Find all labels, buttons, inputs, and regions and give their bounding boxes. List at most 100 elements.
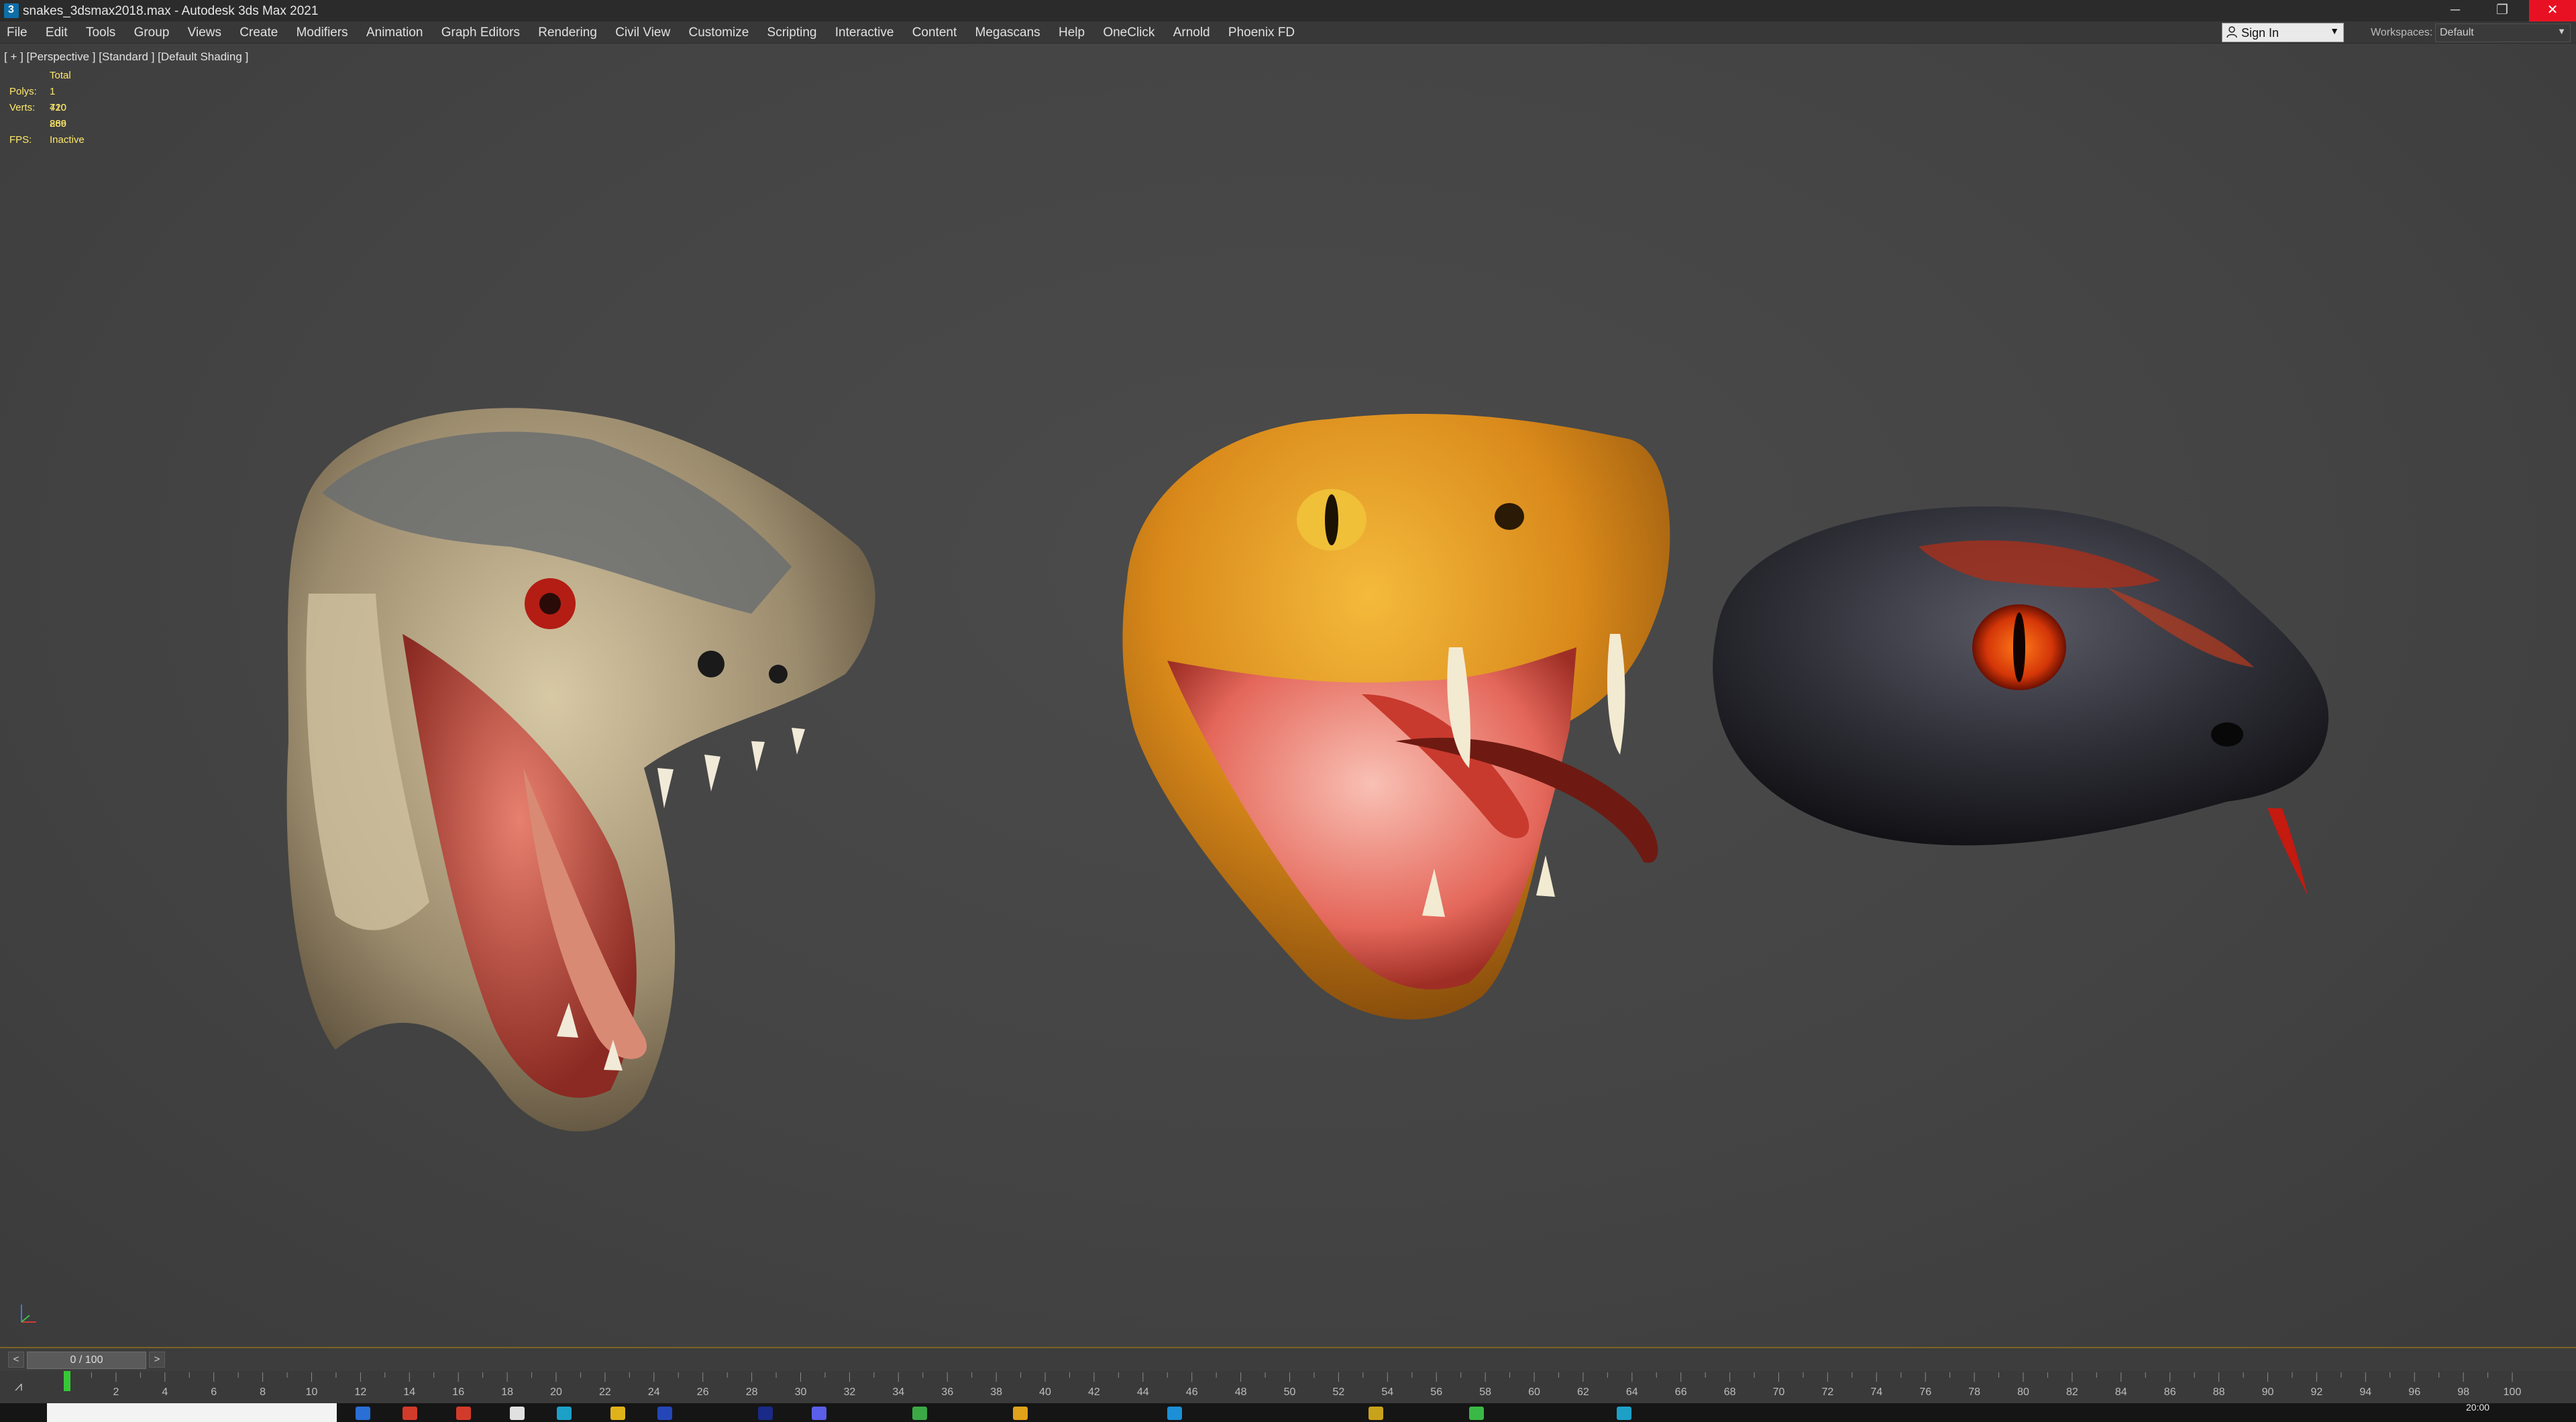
menu-tools[interactable]: Tools [86, 25, 115, 40]
taskbar-app-icon[interactable] [1167, 1407, 1182, 1420]
snake-head-model-3[interactable] [1704, 493, 2348, 909]
menu-oneclick[interactable]: OneClick [1103, 25, 1155, 40]
menu-arnold[interactable]: Arnold [1173, 25, 1210, 40]
taskbar-app-icon[interactable] [456, 1407, 471, 1420]
windows-taskbar: 20:00 [0, 1402, 2576, 1422]
ruler-tick-label: 28 [746, 1386, 758, 1398]
menu-items: File Edit Tools Group Views Create Modif… [7, 25, 1309, 40]
taskbar-app-icon[interactable] [912, 1407, 927, 1420]
ruler-tick-label: 90 [2262, 1386, 2274, 1398]
ruler-tick-label: 26 [697, 1386, 709, 1398]
ruler-tick-label: 68 [1724, 1386, 1736, 1398]
taskbar-app-icon[interactable] [557, 1407, 572, 1420]
menu-modifiers[interactable]: Modifiers [297, 25, 348, 40]
taskbar-app-icon[interactable] [657, 1407, 672, 1420]
menu-customize[interactable]: Customize [689, 25, 749, 40]
verts-label: Verts: [9, 102, 36, 113]
polys-label: Polys: [9, 86, 37, 97]
taskbar-app-icon[interactable] [758, 1407, 773, 1420]
menu-edit[interactable]: Edit [46, 25, 68, 40]
snake-head-model-1[interactable] [268, 392, 899, 1164]
time-slider[interactable]: < 0 / 100 > [0, 1347, 2576, 1371]
ruler-tick-label: 56 [1430, 1386, 1442, 1398]
3dsmax-app-icon[interactable] [4, 3, 19, 18]
ruler-tick-label: 36 [941, 1386, 953, 1398]
ruler-tick-label: 12 [355, 1386, 367, 1398]
menu-animation[interactable]: Animation [366, 25, 423, 40]
ruler-tick-label: 22 [599, 1386, 611, 1398]
ruler-tick-label: 86 [2164, 1386, 2176, 1398]
snake-head-model-2[interactable] [1107, 379, 1711, 1036]
menu-interactive[interactable]: Interactive [835, 25, 894, 40]
menu-graph-editors[interactable]: Graph Editors [441, 25, 520, 40]
ruler-tick-label: 16 [452, 1386, 464, 1398]
minimize-button[interactable]: ─ [2435, 0, 2475, 21]
taskbar-app-icon[interactable] [402, 1407, 417, 1420]
ruler-tick-label: 8 [260, 1386, 266, 1398]
track-bar[interactable]: 2 4 6 8 10 12 14 16 18 20 22 24 26 28 30 32 34 36 38 40 42 44… [0, 1371, 2576, 1403]
ruler-tick-label: 96 [2408, 1386, 2420, 1398]
taskbar-app-icon[interactable] [1368, 1407, 1383, 1420]
ruler-tick-label: 60 [1528, 1386, 1540, 1398]
close-button[interactable]: ✕ [2529, 0, 2576, 21]
frame-ruler[interactable]: 2 4 6 8 10 12 14 16 18 20 22 24 26 28 30 32 34 36 38 40 42 44… [0, 1371, 2576, 1403]
menu-help[interactable]: Help [1059, 25, 1085, 40]
ruler-tick-label: 48 [1235, 1386, 1247, 1398]
taskbar-app-icon[interactable] [812, 1407, 826, 1420]
menu-phoenix-fd[interactable]: Phoenix FD [1228, 25, 1295, 40]
ruler-tick-label: 84 [2115, 1386, 2127, 1398]
taskbar-app-icon[interactable] [610, 1407, 625, 1420]
ruler-tick-label: 34 [892, 1386, 904, 1398]
menu-group[interactable]: Group [134, 25, 170, 40]
taskbar-app-icon[interactable] [356, 1407, 370, 1420]
menu-views[interactable]: Views [188, 25, 221, 40]
ruler-tick-label: 92 [2311, 1386, 2323, 1398]
ruler-tick-label: 14 [403, 1386, 415, 1398]
ruler-tick-label: 78 [1968, 1386, 1980, 1398]
ruler-tick-label: 52 [1333, 1386, 1345, 1398]
menu-rendering[interactable]: Rendering [538, 25, 597, 40]
menu-file[interactable]: File [7, 25, 28, 40]
ruler-tick-label: 10 [306, 1386, 318, 1398]
ruler-tick-label: 30 [795, 1386, 807, 1398]
ruler-tick-label: 74 [1870, 1386, 1882, 1398]
menu-civil-view[interactable]: Civil View [615, 25, 670, 40]
curve-editor-icon[interactable]: ⩘ [15, 1379, 22, 1394]
ruler-tick-label: 44 [1137, 1386, 1149, 1398]
perspective-viewport[interactable]: [ + ] [Perspective ] [Standard ] [Defaul… [0, 43, 2576, 1353]
next-frame-button[interactable]: > [149, 1352, 165, 1368]
taskbar-clock: 20:00 [2466, 1402, 2490, 1413]
menu-bar: File Edit Tools Group Views Create Modif… [0, 21, 2576, 43]
menu-content[interactable]: Content [912, 25, 957, 40]
ruler-tick-label: 94 [2359, 1386, 2371, 1398]
menu-megascans[interactable]: Megascans [975, 25, 1040, 40]
ruler-tick-label: 82 [2066, 1386, 2078, 1398]
taskbar-app-icon[interactable] [1469, 1407, 1484, 1420]
ruler-tick-label: 100 [2504, 1386, 2522, 1398]
ruler-tick-label: 2 [113, 1386, 119, 1398]
sign-in-dropdown[interactable]: Sign In ▼ [2222, 23, 2344, 42]
ruler-tick-label: 70 [1773, 1386, 1785, 1398]
menu-scripting[interactable]: Scripting [767, 25, 817, 40]
time-slider-thumb[interactable]: 0 / 100 [27, 1352, 146, 1369]
workspaces-dropdown[interactable]: Default ▼ [2435, 23, 2571, 42]
ruler-tick-label: 98 [2457, 1386, 2469, 1398]
ruler-tick-label: 18 [501, 1386, 513, 1398]
previous-frame-button[interactable]: < [8, 1352, 24, 1368]
ruler-tick-label: 38 [990, 1386, 1002, 1398]
ruler-tick-label: 42 [1088, 1386, 1100, 1398]
ruler-tick-label: 24 [648, 1386, 660, 1398]
axis-tripod-icon [21, 1305, 36, 1323]
taskbar-app-icon[interactable] [510, 1407, 525, 1420]
taskbar-search-box[interactable] [47, 1403, 337, 1422]
viewport-label-menu[interactable]: [ + ] [Perspective ] [Standard ] [Defaul… [4, 50, 248, 64]
current-frame-marker[interactable] [64, 1371, 70, 1391]
ruler-tick-label: 20 [550, 1386, 562, 1398]
taskbar-app-icon[interactable] [1617, 1407, 1631, 1420]
menu-create[interactable]: Create [239, 25, 278, 40]
taskbar-app-icon[interactable] [1013, 1407, 1028, 1420]
restore-button[interactable]: ❐ [2482, 0, 2522, 21]
ruler-tick-label: 40 [1039, 1386, 1051, 1398]
ruler-tick-label: 76 [1919, 1386, 1931, 1398]
ruler-tick-label: 62 [1577, 1386, 1589, 1398]
